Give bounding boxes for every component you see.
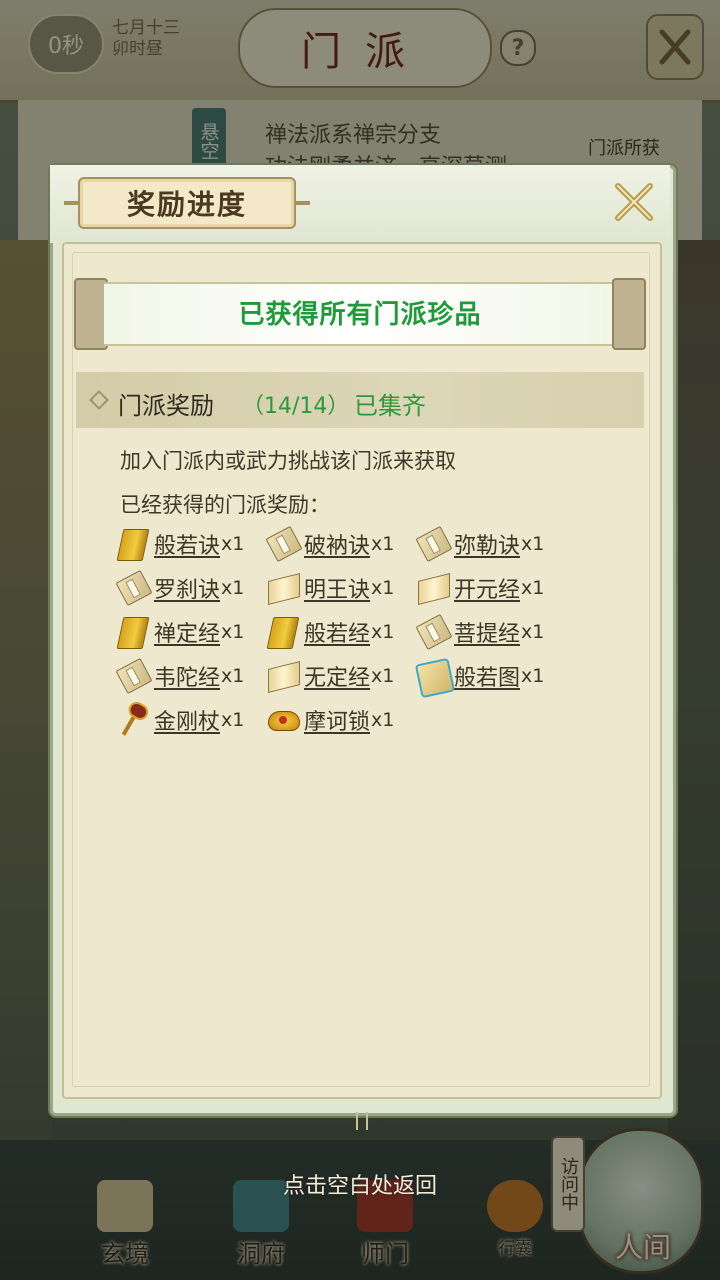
reward-item-name[interactable]: 弥勒诀 <box>454 528 520 560</box>
reward-item[interactable]: 菩提经 x1 <box>415 612 545 652</box>
reward-item[interactable]: 摩诃锁 x1 <box>266 700 394 740</box>
section-status: 已集齐 <box>354 392 426 420</box>
reward-item-qty: x1 <box>371 665 395 687</box>
icon-shape <box>116 529 150 561</box>
reward-item-name[interactable]: 菩提经 <box>454 616 520 648</box>
reward-item[interactable]: 般若诀 x1 <box>116 524 244 564</box>
reward-item-name[interactable]: 明王诀 <box>304 572 370 604</box>
reward-item-qty: x1 <box>521 665 545 687</box>
reward-item[interactable]: 破衲诀 x1 <box>265 524 395 564</box>
obtained-rewards-title: 已经获得的门派奖励： <box>120 493 330 517</box>
icon-shape <box>121 704 143 736</box>
tap-to-return-hint: 点击空白处返回 <box>282 1174 437 1199</box>
reward-item[interactable]: 开元经 x1 <box>416 568 544 608</box>
icon-shape <box>268 711 300 731</box>
open-book-icon <box>266 571 300 605</box>
reward-item-qty: x1 <box>371 709 395 731</box>
reward-item-qty: x1 <box>221 577 245 599</box>
reward-item[interactable]: 无定经 x1 <box>266 656 394 696</box>
reward-item[interactable]: 罗刹诀 x1 <box>115 568 245 608</box>
tan-book-icon <box>115 657 153 695</box>
reward-item-name[interactable]: 般若经 <box>304 616 370 648</box>
gold-book-icon <box>266 615 300 649</box>
reward-item[interactable]: 明王诀 x1 <box>266 568 394 608</box>
icon-shape <box>268 573 300 605</box>
reward-item-qty: x1 <box>221 709 245 731</box>
reward-item[interactable]: 般若经 x1 <box>266 612 394 652</box>
completion-banner: 已获得所有门派珍品 <box>74 278 646 350</box>
panel-ornament <box>356 1112 368 1130</box>
banner-text: 已获得所有门派珍品 <box>238 299 482 330</box>
reward-item[interactable]: 金刚杖 x1 <box>116 700 244 740</box>
reward-item-name[interactable]: 韦陀经 <box>154 660 220 692</box>
reward-item[interactable]: 禅定经 x1 <box>116 612 244 652</box>
icon-shape <box>115 657 153 695</box>
tan-book-icon <box>415 613 453 651</box>
dialog-title: 奖励进度 <box>64 177 310 229</box>
staff-icon <box>116 703 150 737</box>
banner-end-left <box>74 278 108 350</box>
scroll-painting-icon <box>414 657 456 699</box>
gold-book-icon <box>116 615 150 649</box>
reward-item-qty: x1 <box>221 621 245 643</box>
golden-lock-icon <box>266 703 300 737</box>
open-book-icon <box>416 571 450 605</box>
dialog-close-button[interactable] <box>608 176 660 228</box>
reward-item-name[interactable]: 金刚杖 <box>154 704 220 736</box>
icon-shape <box>268 661 300 693</box>
reward-item-qty: x1 <box>371 577 395 599</box>
gold-book-icon <box>116 527 150 561</box>
acquire-description: 加入门派内或武力挑战该门派来获取 <box>120 449 456 473</box>
reward-item-name[interactable]: 般若诀 <box>154 528 220 560</box>
reward-item-qty: x1 <box>521 577 545 599</box>
reward-item-qty: x1 <box>521 533 545 555</box>
reward-item-qty: x1 <box>221 533 245 555</box>
reward-item[interactable]: 弥勒诀 x1 <box>415 524 545 564</box>
section-count: （14/14） <box>242 394 350 419</box>
tan-book-icon <box>115 569 153 607</box>
icon-shape <box>115 569 153 607</box>
reward-item-qty: x1 <box>371 533 395 555</box>
reward-item-name[interactable]: 摩诃锁 <box>304 704 370 736</box>
open-book-icon <box>266 659 300 693</box>
banner-end-right <box>612 278 646 350</box>
reward-item[interactable]: 般若图 x1 <box>414 656 545 699</box>
tan-book-icon <box>415 525 453 563</box>
reward-item-name[interactable]: 罗刹诀 <box>154 572 220 604</box>
reward-item-name[interactable]: 开元经 <box>454 572 520 604</box>
reward-item-name[interactable]: 禅定经 <box>154 616 220 648</box>
icon-shape <box>266 617 300 649</box>
reward-item-name[interactable]: 般若图 <box>454 660 520 692</box>
icon-shape <box>116 617 150 649</box>
reward-item-name[interactable]: 破衲诀 <box>304 528 370 560</box>
reward-item-name[interactable]: 无定经 <box>304 660 370 692</box>
tan-book-icon <box>265 525 303 563</box>
section-label: 门派奖励 <box>118 392 214 420</box>
icon-shape <box>418 573 450 605</box>
reward-item-qty: x1 <box>221 665 245 687</box>
icon-shape <box>414 657 456 699</box>
icon-shape <box>415 613 453 651</box>
close-icon <box>615 183 653 221</box>
reward-item-qty: x1 <box>371 621 395 643</box>
reward-item-qty: x1 <box>521 621 545 643</box>
icon-shape <box>415 525 453 563</box>
reward-item[interactable]: 韦陀经 x1 <box>115 656 245 696</box>
icon-shape <box>265 525 303 563</box>
